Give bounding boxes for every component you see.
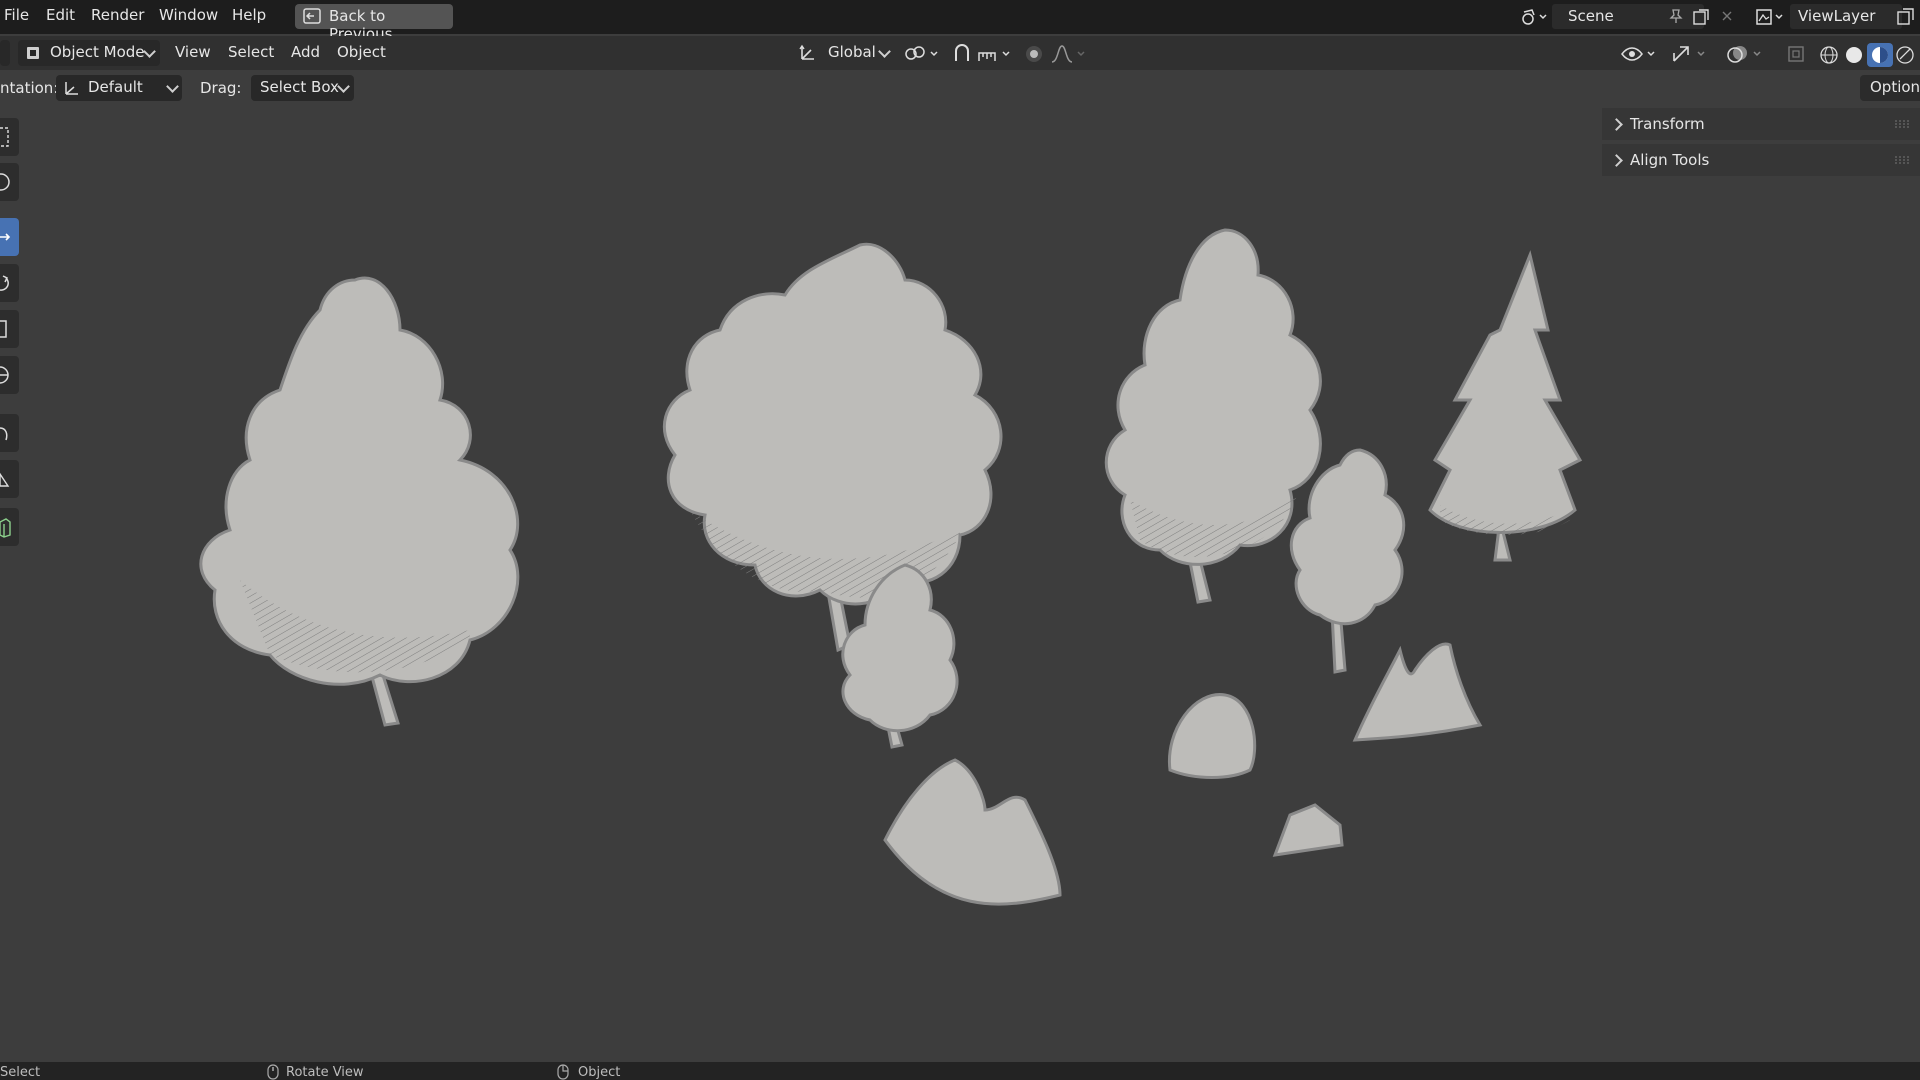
align-tools-panel[interactable]: Align Tools	[1602, 144, 1920, 176]
transform-orientation-dropdown[interactable]: Global	[790, 40, 894, 66]
pine-tree[interactable]	[1428, 250, 1583, 562]
menu-file[interactable]: File	[4, 6, 29, 24]
scene-name: Scene	[1568, 7, 1614, 25]
top-bar: File Edit Render Window Help Back to Pre…	[0, 0, 1920, 43]
object-mode-icon	[27, 47, 39, 59]
status-bar: Select Rotate View Object	[0, 1062, 1920, 1080]
pin-icon[interactable]	[1668, 8, 1684, 24]
solid-shading-icon[interactable]	[1843, 44, 1865, 66]
scene-field[interactable]: Scene	[1552, 4, 1704, 29]
drag-handle-icon[interactable]	[1894, 119, 1912, 129]
editor-type-stub[interactable]	[0, 40, 10, 66]
view-layer-icon[interactable]	[1754, 7, 1786, 27]
tree-right-small[interactable]	[1289, 448, 1406, 674]
tree-center-large[interactable]	[662, 242, 1003, 653]
scene-selector-icon[interactable]	[1520, 7, 1548, 27]
back-to-previous-button[interactable]: Back to Previous	[295, 4, 453, 43]
drag-dropdown[interactable]: Select Box	[251, 75, 354, 101]
rock[interactable]	[1272, 803, 1344, 857]
status-select: Select	[0, 1065, 41, 1080]
menu-edit[interactable]: Edit	[46, 6, 75, 24]
chevron-down-icon	[166, 80, 179, 93]
orientation-label: Global	[828, 43, 876, 61]
transform-panel-label: Transform	[1630, 115, 1705, 133]
gizmo-icon[interactable]	[1670, 43, 1710, 65]
orientation-setting-label: ntation:	[0, 79, 59, 97]
falloff-icon[interactable]	[1050, 44, 1090, 64]
bush-center[interactable]	[883, 758, 1062, 906]
drag-handle-icon[interactable]	[1894, 155, 1912, 165]
mode-dropdown[interactable]: Object Mode	[18, 40, 160, 66]
delete-scene-icon[interactable]	[1720, 9, 1734, 23]
new-view-layer-icon[interactable]	[1896, 7, 1916, 27]
view-layer-name: ViewLayer	[1798, 7, 1876, 25]
rendered-shading-icon[interactable]	[1894, 44, 1916, 66]
align-tools-panel-label: Align Tools	[1630, 151, 1710, 169]
view-layer-field[interactable]: ViewLayer	[1790, 4, 1902, 29]
orientation-icon	[799, 44, 814, 60]
header-menu-add[interactable]: Add	[291, 43, 320, 61]
mouse-right-icon	[557, 1064, 569, 1080]
chevron-down-icon	[337, 80, 350, 93]
menu-render[interactable]: Render	[91, 6, 144, 24]
drag-value: Select Box	[260, 78, 339, 96]
menu-help[interactable]: Help	[232, 6, 266, 24]
transform-panel[interactable]: Transform	[1602, 108, 1920, 140]
tool-settings-header: ntation: Default Drag: Select Box Option…	[0, 72, 1920, 104]
material-shading-button[interactable]	[1867, 43, 1893, 67]
material-shading-icon	[1872, 47, 1888, 63]
mouse-middle-icon	[267, 1064, 279, 1080]
drag-label: Drag:	[200, 79, 242, 97]
options-label: Options	[1870, 78, 1920, 96]
viewport-header: Object Mode View Select Add Object Globa…	[0, 36, 1920, 70]
overlay-icon[interactable]	[1726, 43, 1766, 65]
header-menu-select[interactable]: Select	[228, 43, 274, 61]
pivot-icon[interactable]	[903, 44, 943, 64]
viewport-scene	[199, 228, 1583, 906]
new-scene-icon[interactable]	[1692, 8, 1710, 26]
tree-left[interactable]	[199, 276, 520, 727]
header-menu-object[interactable]: Object	[337, 43, 386, 61]
visibility-icon[interactable]	[1620, 43, 1660, 65]
tree-right-tall[interactable]	[1104, 228, 1322, 604]
snap-target-icon[interactable]	[975, 43, 1015, 65]
chevron-right-icon	[1610, 154, 1623, 167]
back-icon	[303, 8, 321, 24]
chevron-right-icon	[1610, 118, 1623, 131]
header-menu-view[interactable]: View	[175, 43, 211, 61]
orientation-setting-value: Default	[88, 78, 143, 96]
menu-window[interactable]: Window	[159, 6, 218, 24]
proportional-edit-icon[interactable]	[1024, 44, 1046, 66]
wireframe-shading-icon[interactable]	[1818, 44, 1840, 66]
snap-icon[interactable]	[950, 43, 974, 65]
status-rotate-view: Rotate View	[286, 1065, 364, 1080]
xray-icon[interactable]	[1786, 44, 1808, 66]
mode-label: Object Mode	[50, 43, 145, 61]
status-object: Object	[578, 1065, 621, 1080]
chevron-down-icon	[143, 45, 156, 58]
bush-right-grass[interactable]	[1352, 642, 1483, 742]
options-button[interactable]: Options	[1860, 75, 1920, 101]
bush-right-small[interactable]	[1167, 693, 1257, 779]
orientation-setting-dropdown[interactable]: Default	[56, 75, 182, 101]
chevron-down-icon	[878, 45, 891, 58]
orientation-icon	[65, 82, 78, 95]
